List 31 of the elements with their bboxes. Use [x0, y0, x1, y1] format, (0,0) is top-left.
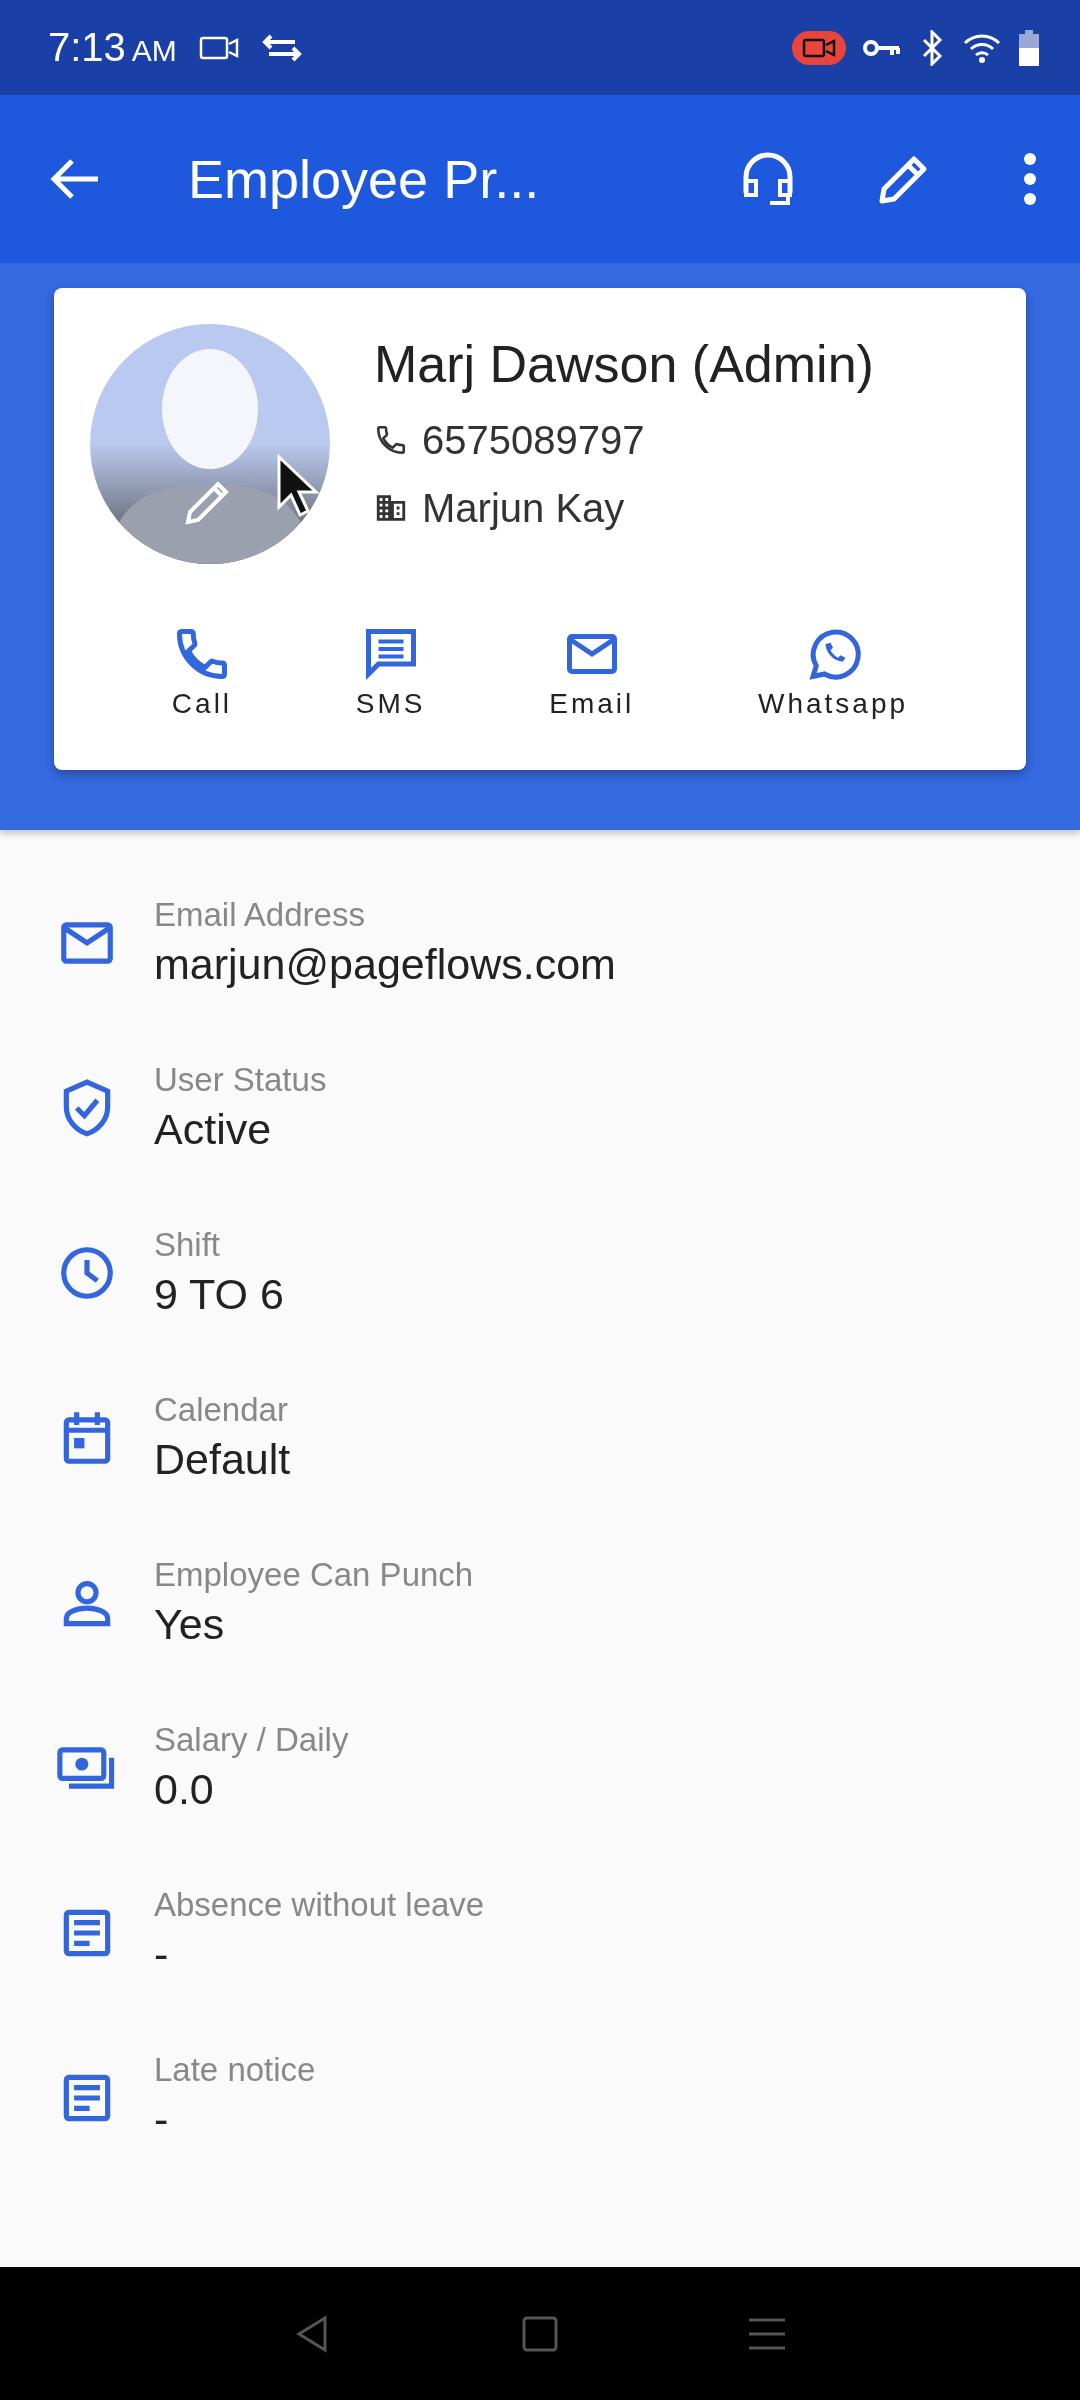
- phone-icon: [374, 423, 408, 457]
- phone-number: 6575089797: [422, 417, 645, 464]
- wifi-icon: [962, 31, 1002, 64]
- employee-name: Marj Dawson (Admin): [374, 334, 874, 394]
- back-arrow-icon[interactable]: [48, 157, 100, 201]
- status-time: 7:13 AM: [48, 25, 177, 70]
- field-label: Email Address: [154, 896, 366, 934]
- email-action-button[interactable]: Email: [549, 624, 635, 720]
- field-label: Calendar: [154, 1391, 289, 1429]
- whatsapp-action-button[interactable]: Whatsapp: [758, 624, 909, 720]
- field-value: Default: [154, 1435, 291, 1484]
- field-value: Active: [154, 1105, 273, 1154]
- app-bar-title: Employee Pr...: [188, 148, 541, 210]
- company-name: Marjun Kay: [422, 485, 625, 532]
- field-value: -: [154, 1930, 170, 1979]
- field-label: Employee Can Punch: [154, 1556, 474, 1594]
- field-value: 9 TO 6: [154, 1270, 284, 1319]
- sms-action-button[interactable]: SMS: [355, 624, 426, 720]
- mouse-pointer-icon: [276, 454, 320, 518]
- field-label: Salary / Daily: [154, 1721, 349, 1759]
- field-value: 0.0: [154, 1765, 215, 1814]
- field-value: marjun@pageflows.com: [154, 940, 616, 989]
- field-label: Absence without leave: [154, 1886, 485, 1924]
- field-value: -: [154, 2095, 170, 2144]
- call-action-button[interactable]: Call: [171, 624, 233, 720]
- field-value: Yes: [154, 1600, 226, 1649]
- field-label: Late notice: [154, 2051, 316, 2089]
- field-label: User Status: [154, 1061, 327, 1099]
- battery-icon: [1018, 29, 1040, 66]
- field-label: Shift: [154, 1226, 222, 1264]
- recording-indicator: [792, 30, 846, 65]
